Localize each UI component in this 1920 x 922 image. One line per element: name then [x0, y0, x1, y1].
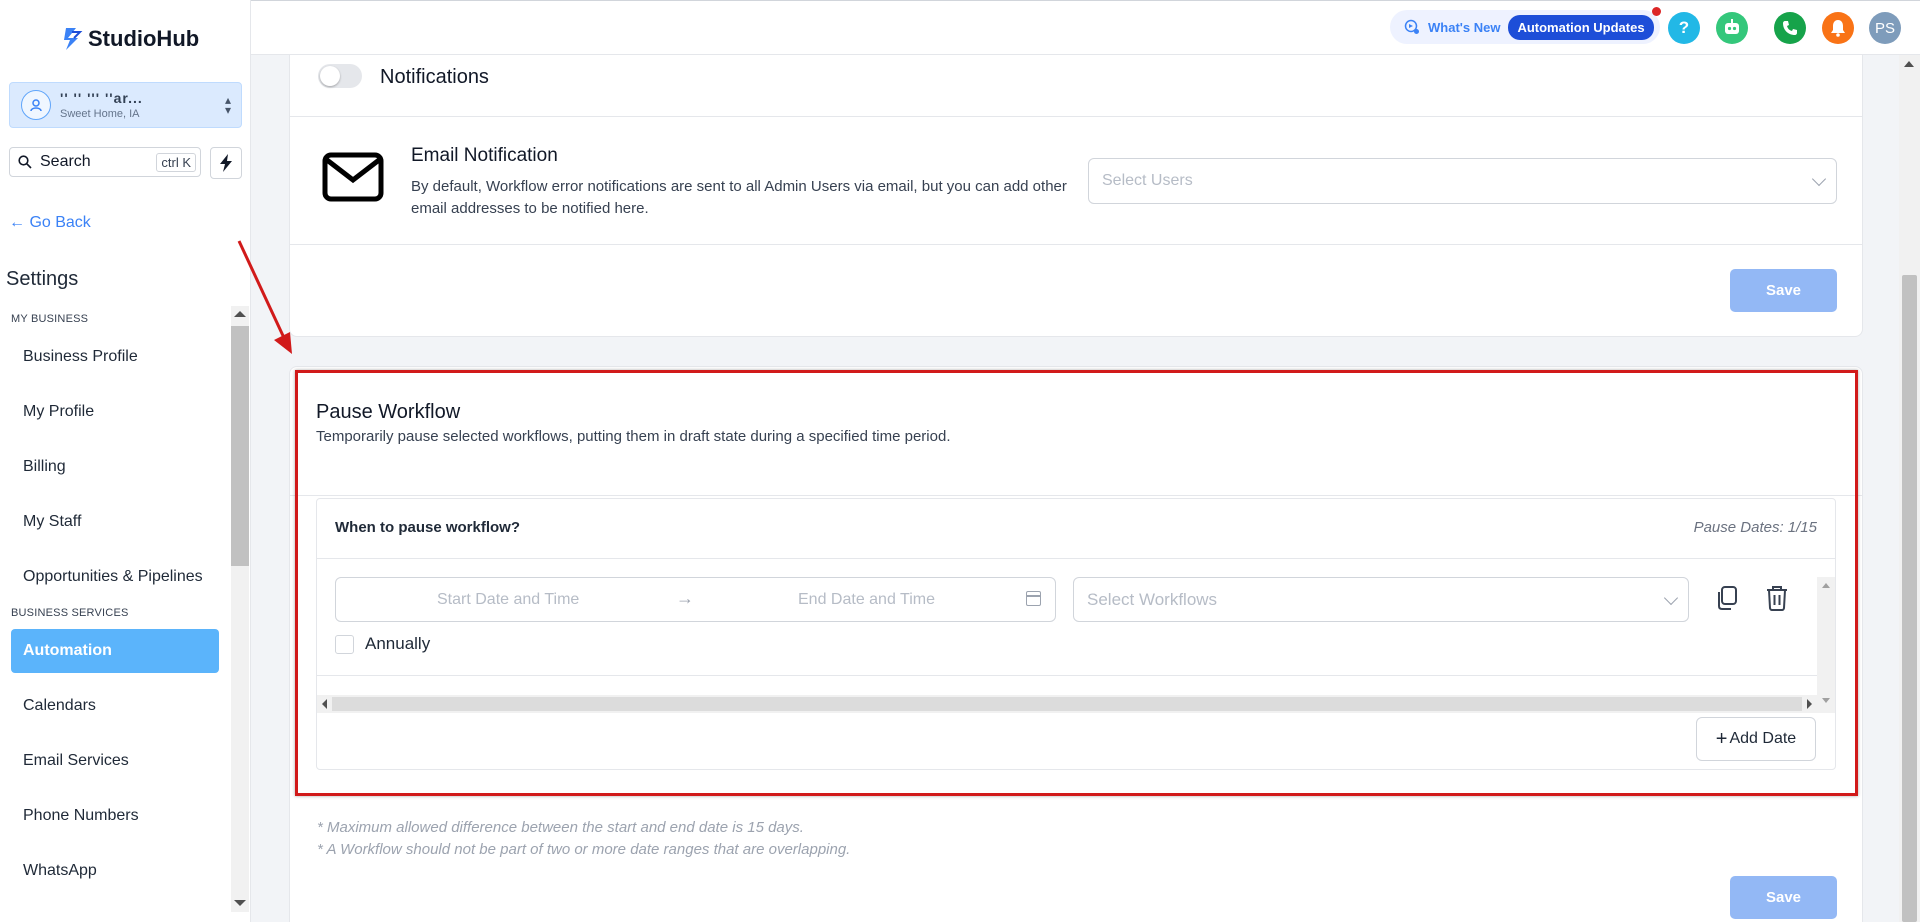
search-input[interactable]: Search ctrl K [9, 147, 201, 177]
dates-horizontal-scrollbar[interactable] [317, 695, 1817, 713]
user-avatar[interactable]: PS [1869, 12, 1901, 44]
envelope-icon [322, 152, 384, 202]
notifications-card: Notifications Email Notification By defa… [289, 55, 1863, 337]
nav-item-automation[interactable]: Automation [11, 629, 219, 673]
search-label: Search [40, 153, 91, 170]
select-users-placeholder: Select Users [1102, 172, 1193, 189]
chevron-down-icon [1663, 590, 1679, 606]
add-date-label: Add Date [1729, 730, 1797, 747]
annotation-arrow-icon [237, 240, 292, 354]
notifications-label: Notifications [380, 66, 489, 88]
main-content: Notifications Email Notification By defa… [251, 55, 1899, 922]
nav-item-billing[interactable]: Billing [11, 445, 219, 489]
nav-item-my-staff[interactable]: My Staff [11, 500, 219, 544]
scroll-up-icon[interactable] [1822, 583, 1830, 588]
scroll-up-icon[interactable] [1904, 61, 1914, 67]
scroll-right-icon[interactable] [1807, 699, 1812, 709]
pause-note-max-difference: * Maximum allowed difference between the… [317, 819, 804, 836]
annually-checkbox[interactable] [335, 635, 354, 654]
scroll-down-icon[interactable] [1822, 698, 1830, 703]
trash-icon[interactable] [1764, 584, 1790, 612]
nav-section-business-services: BUSINESS SERVICES [11, 607, 129, 619]
location-switcher[interactable]: '' '' ''' ''ar... Sweet Home, IA ▴ ▾ [9, 82, 242, 128]
nav-item-calendars[interactable]: Calendars [11, 684, 219, 728]
nav-section-my-business: MY BUSINESS [11, 313, 89, 325]
location-subtitle: Sweet Home, IA [60, 108, 140, 120]
calendar-icon [1026, 591, 1041, 606]
end-date-placeholder: End Date and Time [798, 591, 935, 608]
chevron-up-down-icon: ▴ ▾ [224, 93, 231, 117]
location-name: '' '' ''' ''ar... [60, 90, 143, 106]
nav-item-business-profile[interactable]: Business Profile [11, 335, 219, 379]
nav-item-whatsapp[interactable]: WhatsApp [11, 849, 219, 893]
dates-vertical-scrollbar[interactable] [1817, 577, 1835, 713]
whats-new-label[interactable]: What's New [1428, 20, 1500, 35]
when-to-pause-label: When to pause workflow? [335, 519, 521, 536]
sidebar-scrollbar[interactable] [231, 306, 249, 912]
divider [290, 495, 1862, 496]
bell-icon [1831, 20, 1845, 37]
brand-name: StudioHub [88, 26, 200, 51]
pause-workflow-title: Pause Workflow [316, 401, 461, 423]
nav-item-phone-numbers[interactable]: Phone Numbers [11, 794, 219, 838]
select-workflows-dropdown[interactable]: Select Workflows [1073, 577, 1689, 622]
search-shortcut: ctrl K [156, 153, 196, 172]
divider [317, 558, 1835, 559]
go-back-link[interactable]: ← Go Back [9, 214, 91, 232]
quick-actions-button[interactable] [210, 147, 242, 179]
start-date-placeholder: Start Date and Time [437, 591, 580, 608]
brand-logo[interactable]: StudioHub [62, 26, 199, 52]
pause-save-button[interactable]: Save [1730, 876, 1837, 919]
megaphone-icon [1404, 19, 1419, 34]
scroll-left-icon[interactable] [322, 699, 327, 709]
whats-new-pill[interactable]: What's New Automation Updates [1390, 10, 1660, 44]
select-users-dropdown[interactable]: Select Users [1088, 158, 1837, 204]
search-icon [18, 155, 32, 169]
sidebar: StudioHub '' '' ''' ''ar... Sweet Home, … [0, 0, 251, 922]
scrollbar-thumb[interactable] [231, 326, 249, 566]
automation-updates-button[interactable]: Automation Updates [1508, 14, 1654, 40]
divider [317, 675, 1817, 676]
settings-title: Settings [6, 268, 79, 290]
email-notification-description: By default, Workflow error notifications… [411, 178, 1067, 217]
phone-button[interactable] [1774, 12, 1806, 44]
nav-item-email-services[interactable]: Email Services [11, 739, 219, 783]
add-date-button[interactable]: + Add Date [1696, 717, 1816, 761]
scrollbar-thumb[interactable] [332, 697, 1802, 711]
pause-note-no-overlap: * A Workflow should not be part of two o… [317, 841, 851, 858]
help-button[interactable]: ? [1668, 12, 1700, 44]
chevron-down-icon [1811, 171, 1827, 187]
phone-icon [1783, 21, 1797, 35]
location-avatar-icon [21, 90, 51, 120]
studiohub-logo-icon [62, 26, 84, 52]
page-scrollbar[interactable] [1899, 55, 1920, 922]
scrollbar-thumb[interactable] [1902, 275, 1917, 922]
notifications-save-button[interactable]: Save [1730, 269, 1837, 312]
scroll-down-icon[interactable] [234, 900, 246, 906]
divider [290, 116, 1862, 117]
nav-item-opportunities-pipelines[interactable]: Opportunities & Pipelines [11, 555, 219, 599]
date-range-picker[interactable]: Start Date and Time → End Date and Time [335, 577, 1056, 622]
notifications-toggle[interactable] [318, 64, 362, 88]
bot-assistant-button[interactable] [1716, 12, 1748, 44]
email-notification-title: Email Notification [411, 145, 558, 166]
pause-dates-counter: Pause Dates: 1/15 [1693, 519, 1817, 536]
select-workflows-placeholder: Select Workflows [1087, 589, 1218, 609]
divider [290, 244, 1862, 245]
plus-icon: + [1715, 727, 1728, 750]
annually-label[interactable]: Annually [365, 634, 430, 654]
nav-item-my-profile[interactable]: My Profile [11, 390, 219, 434]
arrow-right-icon: → [676, 588, 694, 608]
robot-icon [1725, 19, 1739, 34]
notifications-bell-button[interactable] [1822, 12, 1854, 44]
lightning-bolt-icon [220, 154, 232, 172]
settings-nav: MY BUSINESS Business Profile My Profile … [0, 306, 232, 912]
pause-dates-panel: When to pause workflow? Pause Dates: 1/1… [316, 498, 1836, 770]
pause-workflow-description: Temporarily pause selected workflows, pu… [316, 428, 951, 445]
notification-dot [1652, 7, 1661, 16]
copy-icon[interactable] [1714, 584, 1740, 612]
